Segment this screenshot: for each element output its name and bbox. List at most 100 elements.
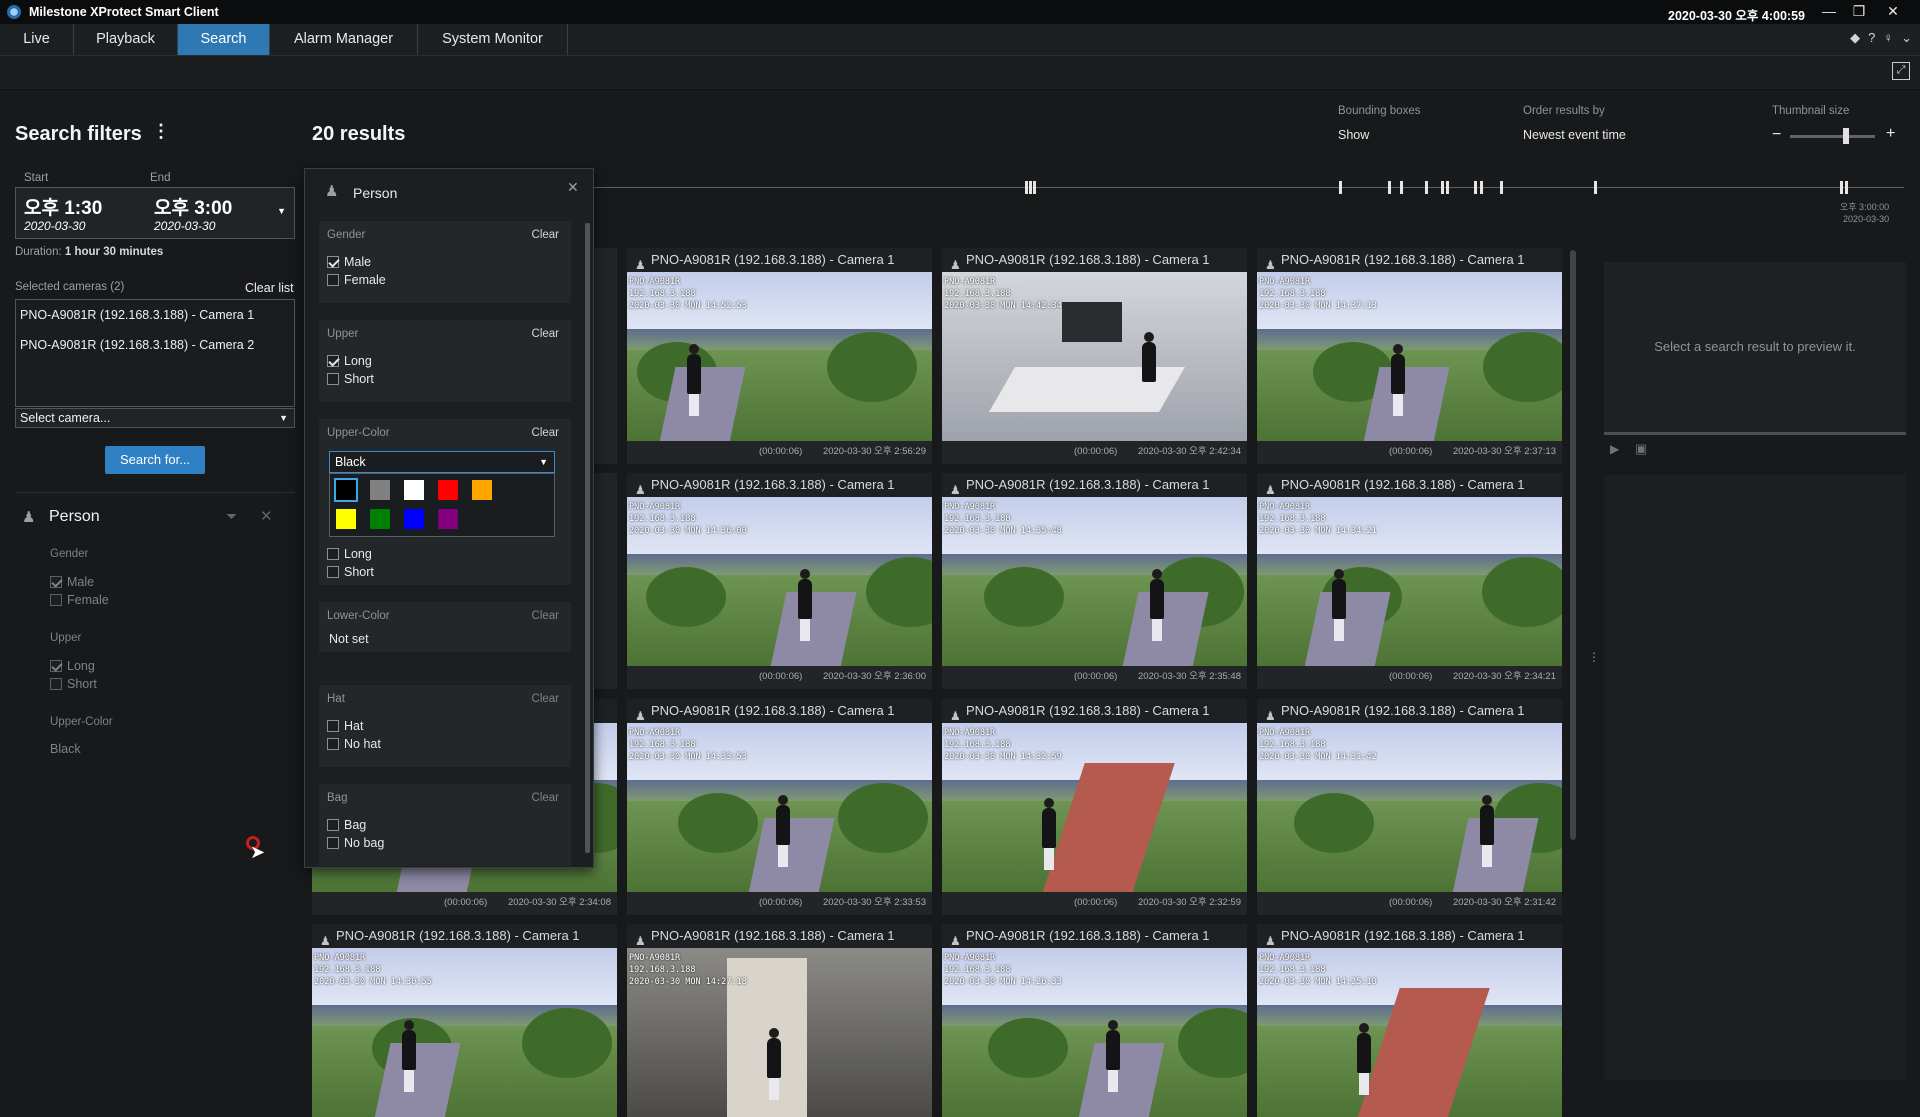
timeline-marker[interactable] [1339, 181, 1342, 194]
female-option[interactable]: Female [50, 593, 109, 607]
timeline-marker[interactable] [1480, 181, 1483, 194]
result-card[interactable]: ♟PNO-A9081R (192.168.3.188) - Camera 1PN… [942, 248, 1247, 464]
result-thumbnail[interactable]: PNO-A9081R 192.168.3.188 2020-03-30 MON 14… [1257, 723, 1562, 892]
upper-clear-button[interactable]: Clear [532, 328, 559, 340]
timeline-marker[interactable] [1441, 181, 1444, 194]
timeline-marker[interactable] [1388, 181, 1391, 194]
timeline-marker[interactable] [1500, 181, 1503, 194]
color-swatch[interactable] [336, 509, 356, 529]
result-thumbnail[interactable]: PNO-A9081R 192.168.3.188 2020-03-30 MON 14… [627, 497, 932, 666]
close-icon[interactable]: ✕ [1880, 1, 1906, 21]
slider-handle[interactable] [1843, 128, 1849, 144]
result-card[interactable]: ♟PNO-A9081R (192.168.3.188) - Camera 1PN… [942, 699, 1247, 915]
result-thumbnail[interactable]: PNO-A9081R 192.168.3.188 2020-03-30 MON 14… [1257, 272, 1562, 441]
result-thumbnail[interactable]: PNO-A9081R 192.168.3.188 2020-03-30 MON 14… [942, 272, 1247, 441]
result-thumbnail[interactable]: PNO-A9081R 192.168.3.188 2020-03-30 MON 14… [942, 723, 1247, 892]
timeline-marker[interactable] [1033, 181, 1036, 194]
timeline-marker[interactable] [1446, 181, 1449, 194]
male-checkbox[interactable]: Male [327, 255, 371, 269]
color-swatch[interactable] [404, 480, 424, 500]
lower-long-checkbox[interactable]: Long [327, 547, 372, 561]
timeline-marker[interactable] [1025, 181, 1028, 194]
order-results-value[interactable]: Newest event time [1523, 128, 1626, 142]
short-option[interactable]: Short [50, 677, 97, 691]
timeline-marker[interactable] [1845, 181, 1848, 194]
timeline-marker[interactable] [1474, 181, 1477, 194]
upper-color-dropdown[interactable]: Black ▼ [329, 451, 555, 473]
result-thumbnail[interactable]: PNO-A9081R 192.168.3.188 2020-03-30 MON 14… [312, 948, 617, 1117]
tab-live[interactable]: Live [0, 24, 74, 55]
result-card[interactable]: ♟PNO-A9081R (192.168.3.188) - Camera 1PN… [1257, 924, 1562, 1117]
search-for-button[interactable]: Search for... [105, 446, 205, 474]
upper-color-clear-button[interactable]: Clear [532, 427, 559, 439]
color-swatch[interactable] [404, 509, 424, 529]
zoom-out-icon[interactable]: − [1772, 126, 1781, 144]
chevron-down-icon[interactable]: ⌄ [1901, 30, 1912, 46]
result-card[interactable]: ♟PNO-A9081R (192.168.3.188) - Camera 1PN… [627, 473, 932, 689]
long-checkbox[interactable]: Long [327, 354, 372, 368]
timeline-marker[interactable] [1400, 181, 1403, 194]
connection-icon[interactable]: ◆ [1850, 30, 1860, 46]
close-icon[interactable]: ✕ [567, 179, 579, 196]
splitter-handle[interactable]: ⋮ [1588, 650, 1600, 664]
no-hat-checkbox[interactable]: No hat [327, 737, 381, 751]
result-card[interactable]: ♟PNO-A9081R (192.168.3.188) - Camera 1PN… [1257, 473, 1562, 689]
thumbnail-size-slider[interactable] [1790, 135, 1875, 138]
hat-checkbox[interactable]: Hat [327, 719, 363, 733]
result-card[interactable]: ♟PNO-A9081R (192.168.3.188) - Camera 1PN… [942, 473, 1247, 689]
filter-icon[interactable]: ⏷ [226, 508, 237, 525]
result-thumbnail[interactable]: PNO-A9081R 192.168.3.188 2020-03-30 MON 14… [942, 497, 1247, 666]
timeline-marker[interactable] [1425, 181, 1428, 194]
time-range-picker[interactable]: 오후 1:30 2020-03-30 오후 3:00 2020-03-30 ▼ [15, 187, 295, 239]
minimize-icon[interactable]: — [1816, 1, 1842, 21]
color-swatch[interactable] [370, 509, 390, 529]
result-thumbnail[interactable]: PNO-A9081R 192.168.3.188 2020-03-30 MON 14… [1257, 948, 1562, 1117]
chevron-down-icon[interactable]: ▼ [277, 206, 286, 216]
tab-system-monitor[interactable]: System Monitor [418, 24, 568, 55]
tab-search[interactable]: Search [178, 24, 270, 55]
color-swatch[interactable] [370, 480, 390, 500]
no-bag-checkbox[interactable]: No bag [327, 836, 384, 850]
play-icon[interactable]: ▶ [1610, 442, 1619, 456]
color-swatch[interactable] [472, 480, 492, 500]
result-card[interactable]: ♟PNO-A9081R (192.168.3.188) - Camera 1PN… [627, 924, 932, 1117]
male-option[interactable]: Male [50, 575, 94, 589]
gender-clear-button[interactable]: Clear [532, 229, 559, 241]
fullscreen-icon[interactable]: ⤢ [1892, 62, 1910, 80]
bag-clear-button[interactable]: Clear [532, 792, 559, 804]
hat-clear-button[interactable]: Clear [532, 693, 559, 705]
pin-icon[interactable]: ♀ [1883, 30, 1893, 46]
long-option[interactable]: Long [50, 659, 95, 673]
female-checkbox[interactable]: Female [327, 273, 386, 287]
result-thumbnail[interactable]: PNO-A9081R 192.168.3.188 2020-03-30 MON 14… [627, 948, 932, 1117]
result-card[interactable]: ♟PNO-A9081R (192.168.3.188) - Camera 1PN… [1257, 248, 1562, 464]
result-thumbnail[interactable]: PNO-A9081R 192.168.3.188 2020-03-30 MON 14… [1257, 497, 1562, 666]
zoom-in-icon[interactable]: + [1886, 125, 1895, 143]
result-card[interactable]: ♟PNO-A9081R (192.168.3.188) - Camera 1PN… [942, 924, 1247, 1117]
color-swatch[interactable] [334, 478, 358, 502]
color-swatch[interactable] [438, 509, 458, 529]
timeline-marker[interactable] [1840, 181, 1843, 194]
tab-playback[interactable]: Playback [74, 24, 178, 55]
result-thumbnail[interactable]: PNO-A9081R 192.168.3.188 2020-03-30 MON 14… [627, 272, 932, 441]
lower-color-clear-button[interactable]: Clear [532, 610, 559, 622]
timeline-marker[interactable] [1029, 181, 1032, 194]
remove-filter-icon[interactable]: ✕ [260, 507, 273, 525]
tab-alarm-manager[interactable]: Alarm Manager [270, 24, 418, 55]
bag-checkbox[interactable]: Bag [327, 818, 366, 832]
snapshot-icon[interactable]: ▣ [1635, 441, 1647, 457]
results-scrollbar[interactable] [1570, 250, 1576, 840]
color-swatch[interactable] [438, 480, 458, 500]
result-thumbnail[interactable]: PNO-A9081R 192.168.3.188 2020-03-30 MON 14… [942, 948, 1247, 1117]
timeline-marker[interactable] [1594, 181, 1597, 194]
timeline[interactable] [594, 187, 1904, 188]
result-card[interactable]: ♟PNO-A9081R (192.168.3.188) - Camera 1PN… [627, 699, 932, 915]
camera-list-item[interactable]: PNO-A9081R (192.168.3.188) - Camera 1 [20, 308, 254, 322]
camera-list-item[interactable]: PNO-A9081R (192.168.3.188) - Camera 2 [20, 338, 254, 352]
result-card[interactable]: ♟PNO-A9081R (192.168.3.188) - Camera 1PN… [627, 248, 932, 464]
lower-short-checkbox[interactable]: Short [327, 565, 374, 579]
restore-icon[interactable]: ❐ [1846, 1, 1872, 21]
filters-menu-icon[interactable]: ⋮ [152, 121, 170, 142]
help-icon[interactable]: ? [1868, 30, 1875, 46]
result-card[interactable]: ♟PNO-A9081R (192.168.3.188) - Camera 1PN… [312, 924, 617, 1117]
